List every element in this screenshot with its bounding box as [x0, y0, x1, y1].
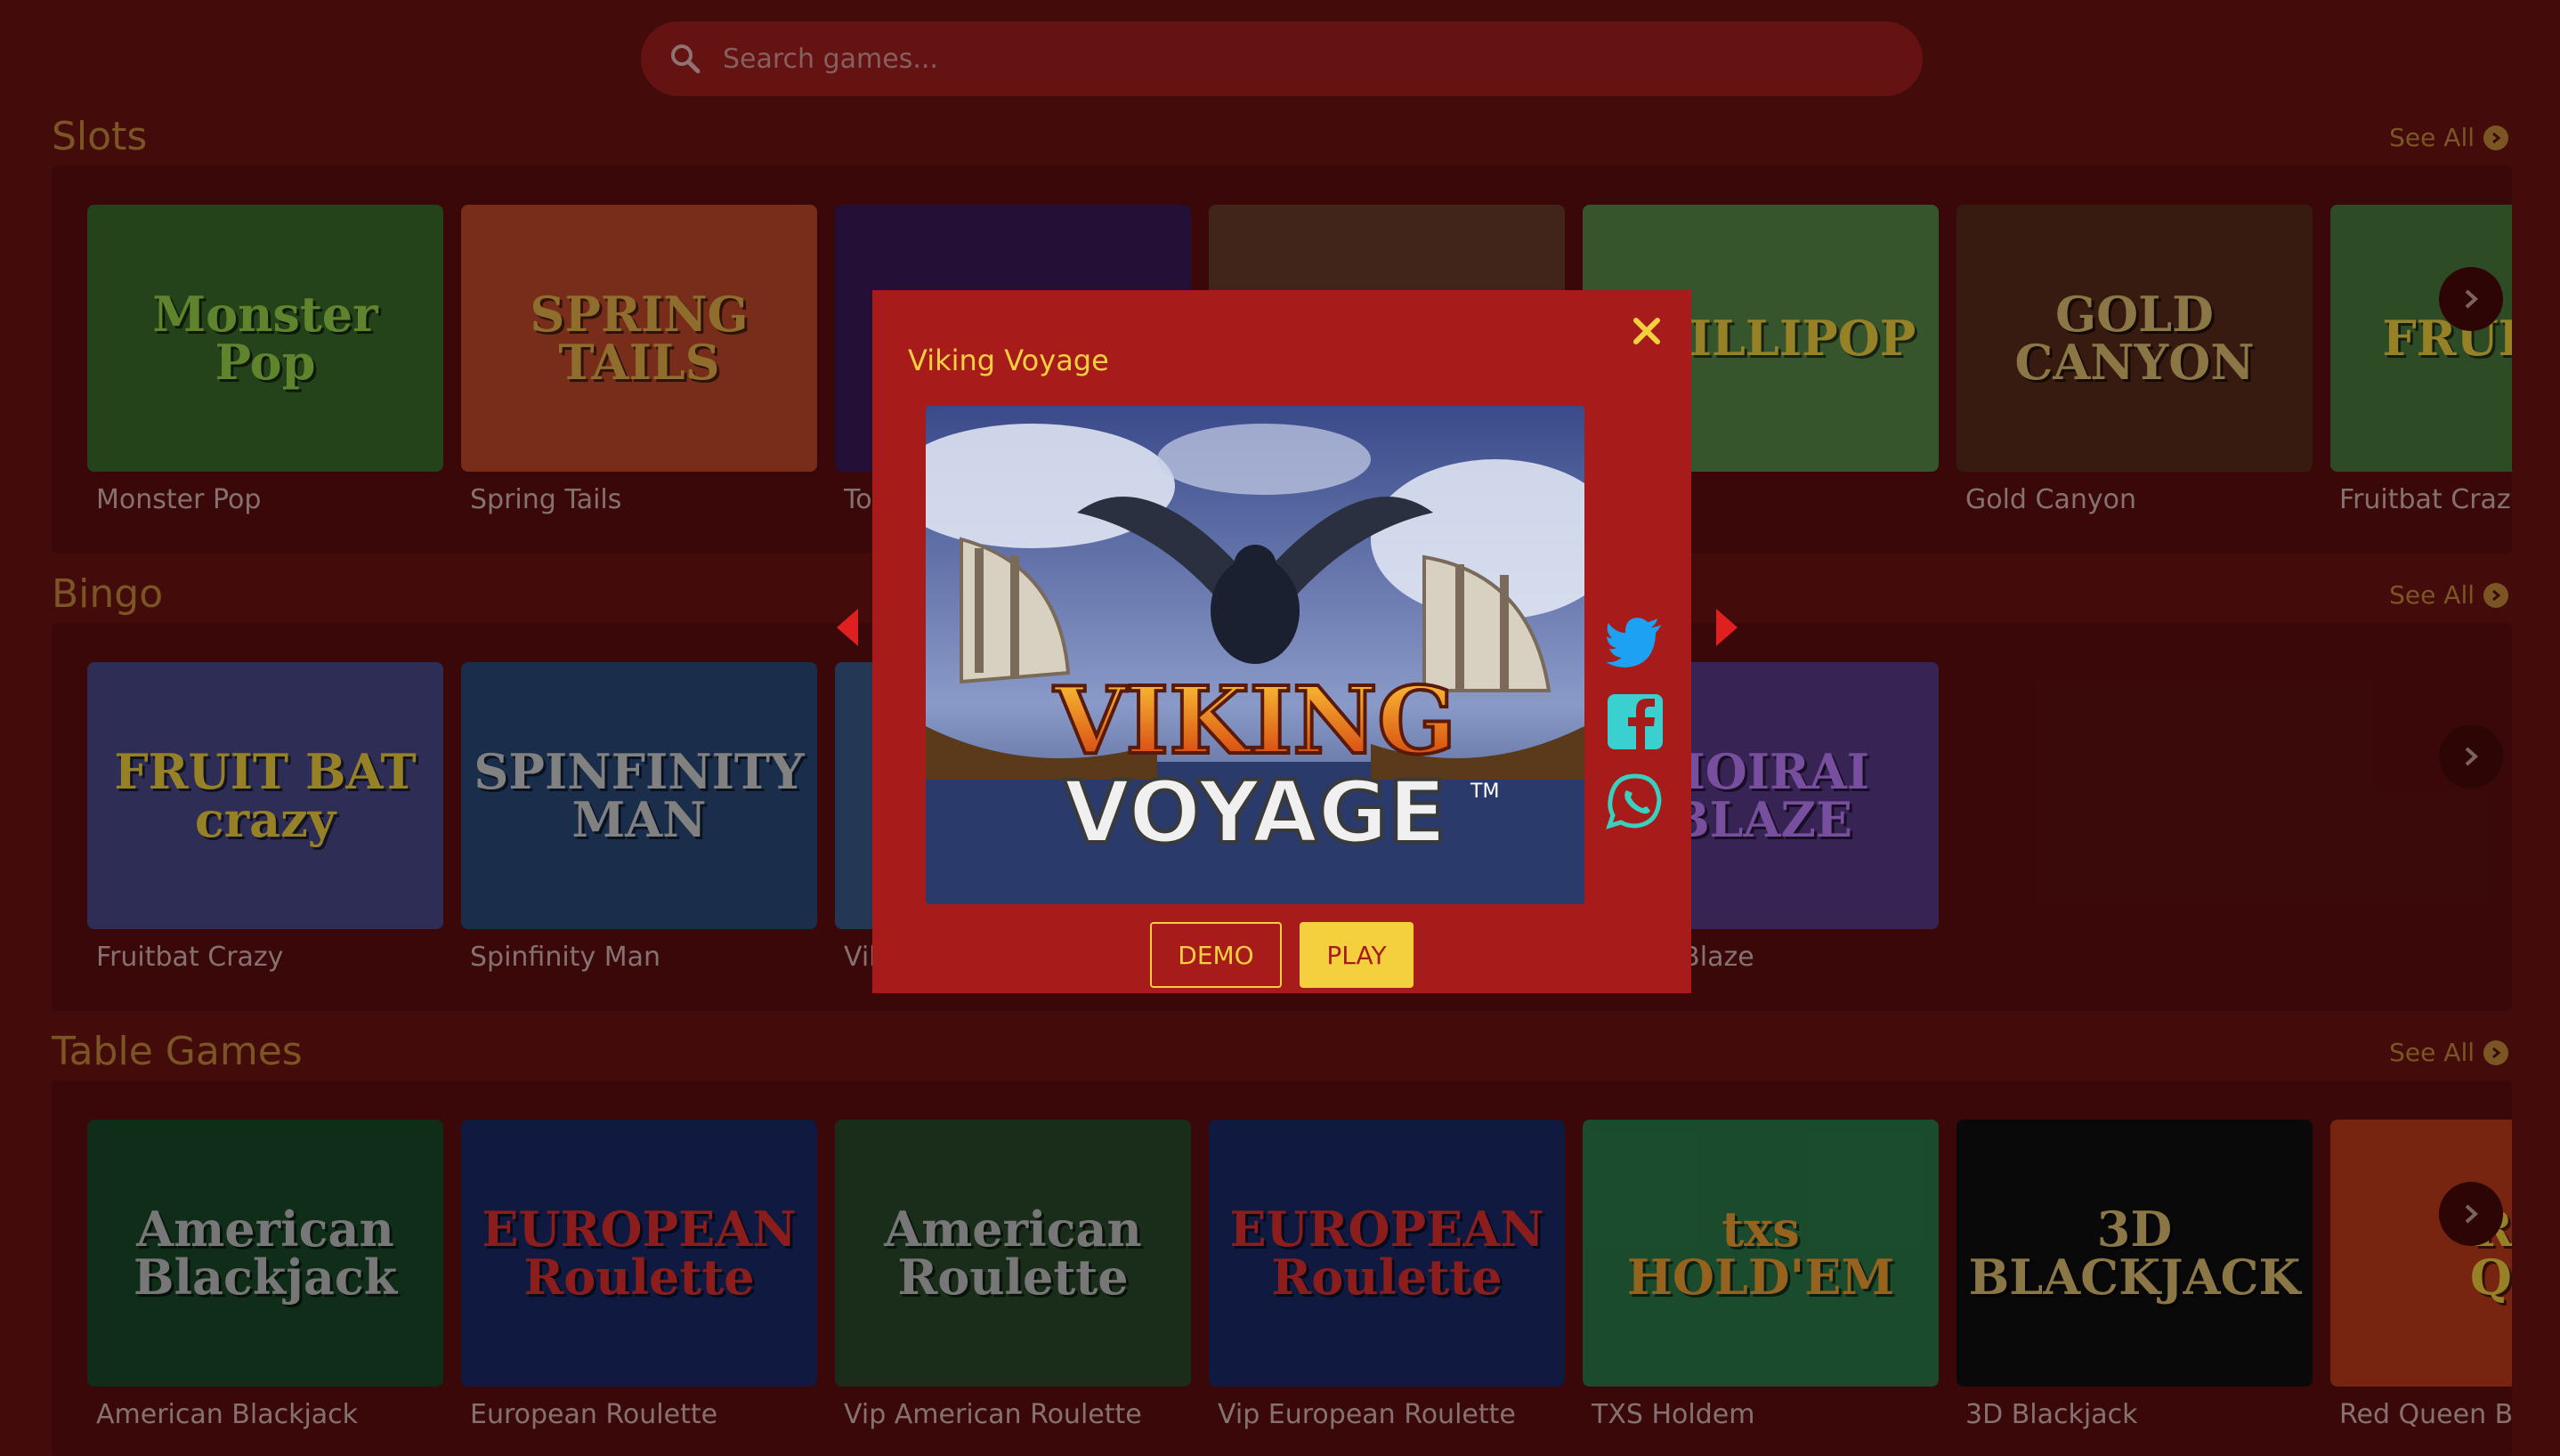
modal-title: Viking Voyage [908, 344, 1109, 377]
demo-button[interactable]: DEMO [1150, 922, 1282, 988]
game-preview-image: VIKING VOYAGE TM [926, 406, 1584, 904]
game-modal: Viking Voyage VIKING VOYAGE TM DEMO PLAY [872, 290, 1691, 993]
previous-game-arrow-icon[interactable] [830, 605, 865, 650]
page: Search games... Slots See All Monster Po… [0, 0, 2560, 1456]
play-button[interactable]: PLAY [1300, 922, 1414, 988]
logo-text-viking: VIKING [1053, 666, 1456, 775]
twitter-icon[interactable] [1604, 611, 1666, 673]
logo-text-voyage: VOYAGE [1064, 763, 1446, 862]
logo-trademark: TM [1470, 781, 1499, 803]
close-icon[interactable] [1625, 310, 1668, 352]
whatsapp-icon[interactable] [1604, 771, 1666, 833]
facebook-icon[interactable] [1604, 691, 1666, 753]
next-game-arrow-icon[interactable] [1709, 605, 1745, 650]
